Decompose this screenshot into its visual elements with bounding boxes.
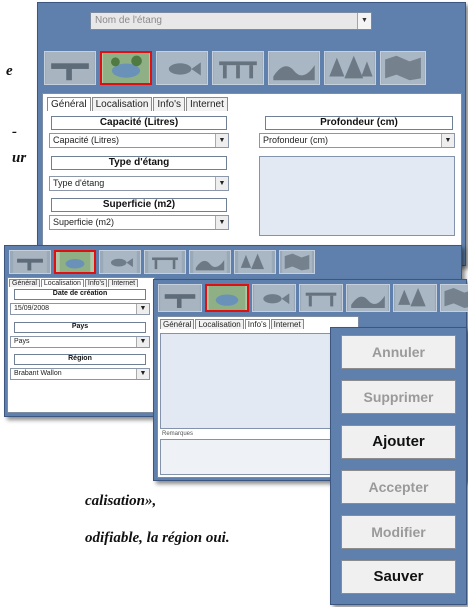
infos-notes-area[interactable] [160,333,356,429]
ajouter-button[interactable]: Ajouter [341,425,456,459]
pond-photo-icon[interactable] [100,51,152,85]
doc-text-line: e [6,63,13,79]
profondeur-title: Profondeur (cm) [265,116,453,130]
pond-name-combo[interactable]: Nom de l'étang ▼ [90,12,372,30]
bridge-icon[interactable] [212,51,264,85]
doc-text-line: - [12,124,17,140]
pays-value: Pays [14,338,30,345]
trees-icon[interactable] [393,284,437,312]
tool-icon[interactable] [9,250,51,274]
chevron-down-icon[interactable]: ▼ [215,216,228,229]
bridge-icon[interactable] [144,250,186,274]
landscape-icon[interactable] [346,284,390,312]
fish-icon[interactable] [99,250,141,274]
date-value: 15/09/2008 [14,305,50,312]
doc-text-line: ur [12,150,27,166]
chevron-down-icon[interactable]: ▼ [215,134,228,147]
remarks-area[interactable] [160,439,356,475]
map-icon[interactable] [279,250,315,274]
pond-window-general: Nom de l'étang ▼ Général Localisation In… [37,2,466,266]
capacite-select[interactable]: Capacité (Litres) ▼ [49,133,229,148]
chevron-down-icon[interactable]: ▼ [357,13,371,29]
tool-icon[interactable] [158,284,202,312]
region-value: Brabant Wallon [14,370,62,377]
chevron-down-icon[interactable]: ▼ [441,134,454,147]
remarks-label: Remarques [162,431,194,437]
date-title: Date de création [14,289,146,300]
infos-panel: Général Localisation Info's Internet Rem… [157,316,359,478]
map-icon[interactable] [380,51,426,85]
chevron-down-icon[interactable]: ▼ [215,177,228,190]
region-title: Région [14,354,146,365]
pays-title: Pays [14,322,146,333]
map-icon[interactable] [440,284,468,312]
trees-icon[interactable] [234,250,276,274]
date-select[interactable]: 15/09/2008 ▼ [10,303,150,315]
tab-infos[interactable]: Info's [153,97,185,111]
general-panel: Général Localisation Info's Internet Cap… [42,93,462,261]
chevron-down-icon[interactable]: ▼ [136,337,149,347]
supprimer-button[interactable]: Supprimer [341,380,456,414]
chevron-down-icon[interactable]: ▼ [136,304,149,314]
type-select[interactable]: Type d'étang ▼ [49,176,229,191]
tab-localisation[interactable]: Localisation [195,319,244,329]
localisation-panel: Général Localisation Info's Internet Dat… [7,277,155,413]
modifier-button[interactable]: Modifier [341,515,456,549]
category-icon-bar [44,51,426,85]
tab-general[interactable]: Général [160,319,195,329]
category-icon-bar [9,250,315,274]
superficie-title: Superficie (m2) [51,198,227,212]
tab-localisation[interactable]: Localisation [40,279,84,287]
tool-icon[interactable] [44,51,96,85]
tab-infos[interactable]: Info's [244,319,270,329]
pond-name-placeholder: Nom de l'étang [95,15,162,26]
fish-icon[interactable] [252,284,296,312]
type-value: Type d'étang [53,178,105,188]
doc-text-line: odifiable, la région oui. [85,530,230,546]
tab-internet[interactable]: Internet [270,319,304,329]
profondeur-value: Profondeur (cm) [263,135,329,145]
bridge-icon[interactable] [299,284,343,312]
tab-infos[interactable]: Info's [84,279,108,287]
pays-select[interactable]: Pays ▼ [10,336,150,348]
tab-internet[interactable]: Internet [185,97,228,111]
profondeur-notes-area[interactable] [259,156,455,236]
doc-text-line: calisation», [85,493,157,509]
tab-localisation[interactable]: Localisation [91,97,153,111]
profondeur-select[interactable]: Profondeur (cm) ▼ [259,133,455,148]
action-button-panel: Annuler Supprimer Ajouter Accepter Modifier S… [330,327,467,605]
landscape-icon[interactable] [268,51,320,85]
sauver-button[interactable]: Sauver [341,560,456,594]
tab-strip: Général Localisation Info's Internet [9,279,139,287]
tab-general[interactable]: Général [9,279,40,287]
capacite-title: Capacité (Litres) [51,116,227,130]
type-title: Type d'étang [51,156,227,170]
tab-internet[interactable]: Internet [108,279,139,287]
annuler-button[interactable]: Annuler [341,335,456,369]
superficie-select[interactable]: Superficie (m2) ▼ [49,215,229,230]
landscape-icon[interactable] [189,250,231,274]
tab-strip: Général Localisation Info's Internet [160,319,305,329]
tab-general[interactable]: Général [47,97,91,111]
region-select[interactable]: Brabant Wallon ▼ [10,368,150,380]
pond-photo-icon[interactable] [205,284,249,312]
category-icon-bar [158,284,468,312]
pond-photo-icon[interactable] [54,250,96,274]
trees-icon[interactable] [324,51,376,85]
superficie-value: Superficie (m2) [53,217,115,227]
accepter-button[interactable]: Accepter [341,470,456,504]
tab-strip: Général Localisation Info's Internet [47,97,229,111]
fish-icon[interactable] [156,51,208,85]
capacite-value: Capacité (Litres) [53,135,120,145]
chevron-down-icon[interactable]: ▼ [136,369,149,379]
